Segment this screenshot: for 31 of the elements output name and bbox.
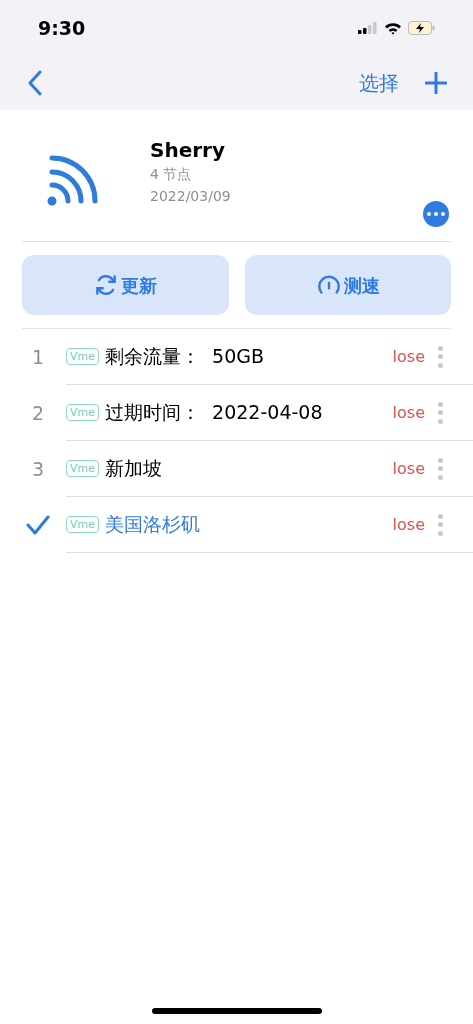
node-count: 4 节点 [150,165,193,184]
subscription-date: 2022/03/09 [150,187,231,206]
node-name[interactable]: 美国洛杉矶 [105,510,393,539]
select-button[interactable]: 选择 [359,68,399,98]
protocol-tag: Vme [66,460,99,477]
protocol-tag: Vme [66,516,99,533]
battery-charging-icon [408,21,435,35]
node-name[interactable]: 新加坡 [105,454,393,483]
subscription-name: Sherry [150,137,226,163]
add-button[interactable] [425,72,447,94]
wifi-icon [384,21,402,35]
node-name[interactable]: 剩余流量： 50GB [105,342,393,371]
node-number: 1 [31,344,45,370]
node-number: 2 [31,400,45,426]
latency-label: lose [392,513,425,536]
more-button[interactable] [423,201,449,227]
signal-icon [358,22,378,34]
latency-label: lose [392,401,425,424]
latency-label: lose [392,345,425,368]
more-icon[interactable] [437,457,443,480]
node-number: 3 [31,456,45,482]
refresh-button[interactable]: 更新 [22,255,229,315]
status-time: 9:30 [38,15,86,41]
speed-test-button[interactable]: 测速 [244,255,451,315]
more-icon[interactable] [437,401,443,424]
more-icon[interactable] [437,345,443,368]
node-name[interactable]: 过期时间： 2022-04-08 [105,398,393,427]
protocol-tag: Vme [66,404,99,421]
latency-label: lose [392,457,425,480]
protocol-tag: Vme [66,348,99,365]
more-icon[interactable] [437,513,443,536]
